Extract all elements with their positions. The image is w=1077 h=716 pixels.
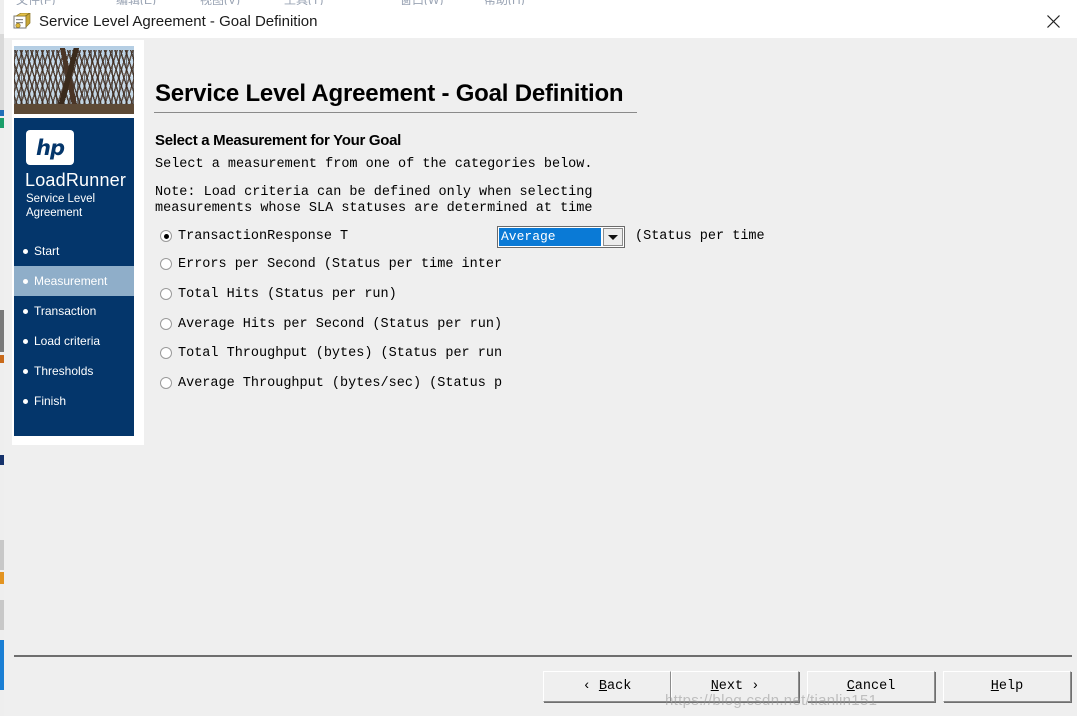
- bullet-icon: [23, 369, 28, 374]
- dialog-button-bar: ‹ Back Next › Cancel Help: [4, 671, 1077, 716]
- sidebar-item-label: Thresholds: [34, 364, 94, 378]
- sidebar-item-load-criteria[interactable]: Load criteria: [14, 326, 134, 356]
- back-button-mnemonic: B: [598, 679, 607, 694]
- radio-option-label-suffix: (Status per time: [635, 229, 765, 244]
- chevron-down-icon[interactable]: [603, 228, 623, 246]
- measurement-type-dropdown[interactable]: Average: [497, 226, 625, 248]
- bullet-icon: [23, 399, 28, 404]
- note-line-1: Note: Load criteria can be defined only …: [155, 185, 593, 200]
- hp-logo-icon: hp: [26, 130, 74, 165]
- cancel-button-rest: ancel: [854, 679, 896, 694]
- back-button[interactable]: ‹ Back: [543, 671, 671, 702]
- sla-document-icon: [13, 12, 32, 30]
- radio-option-label: TransactionResponse T: [178, 229, 349, 244]
- cancel-button[interactable]: Cancel: [807, 671, 935, 702]
- product-name: LoadRunner: [25, 170, 127, 190]
- bullet-icon: [23, 279, 28, 284]
- main-content: Service Level Agreement - Goal Definitio…: [152, 38, 1072, 658]
- title-divider: [154, 112, 637, 113]
- wizard-nav: hp LoadRunner Service Level Agreement St…: [14, 118, 134, 436]
- product-subtitle: Service Level Agreement: [26, 192, 130, 220]
- sidebar-item-label: Load criteria: [34, 334, 101, 348]
- back-button-rest: ack: [607, 679, 632, 694]
- sidebar-item-measurement[interactable]: Measurement: [14, 266, 134, 296]
- next-button-suffix: ›: [743, 679, 760, 694]
- sidebar-item-thresholds[interactable]: Thresholds: [14, 356, 134, 386]
- radio-option-label: Total Throughput (bytes) (Status per run: [178, 346, 503, 361]
- footer-divider: [14, 655, 1072, 657]
- help-button[interactable]: Help: [943, 671, 1071, 702]
- intro-text: Select a measurement from one of the cat…: [155, 157, 593, 172]
- help-button-rest: elp: [998, 679, 1024, 694]
- next-button[interactable]: Next ›: [671, 671, 799, 702]
- cancel-button-mnemonic: C: [846, 679, 855, 694]
- wizard-sidebar-panel: hp LoadRunner Service Level Agreement St…: [12, 40, 144, 445]
- sidebar-item-label: Transaction: [34, 304, 97, 318]
- dialog-client-area: hp LoadRunner Service Level Agreement St…: [4, 38, 1077, 716]
- back-button-prefix: ‹: [582, 679, 599, 694]
- note-line-2: measurements whose SLA statuses are dete…: [155, 201, 593, 216]
- hp-logo-text: hp: [36, 136, 65, 160]
- radio-icon[interactable]: [160, 258, 172, 270]
- window-title: Service Level Agreement - Goal Definitio…: [39, 13, 318, 30]
- product-subtitle-line2: Agreement: [26, 207, 83, 219]
- sidebar-item-transaction[interactable]: Transaction: [14, 296, 134, 326]
- radio-icon[interactable]: [160, 318, 172, 330]
- roller-coaster-photo: [14, 46, 134, 114]
- sidebar-item-label: Start: [34, 244, 60, 258]
- sidebar-item-label: Finish: [34, 394, 67, 408]
- product-subtitle-line1: Service Level: [26, 193, 96, 205]
- title-bar: Service Level Agreement - Goal Definitio…: [4, 5, 1077, 39]
- wizard-step-list: Start Measurement Transaction Load crite…: [14, 236, 134, 416]
- section-heading: Select a Measurement for Your Goal: [155, 132, 401, 149]
- radio-option-label: Errors per Second (Status per time inter: [178, 257, 503, 272]
- radio-icon[interactable]: [160, 288, 172, 300]
- sidebar-item-start[interactable]: Start: [14, 236, 134, 266]
- radio-option-label: Total Hits (Status per run): [178, 287, 397, 302]
- sidebar-item-label: Measurement: [34, 274, 108, 288]
- measurement-type-selected-value: Average: [499, 228, 601, 246]
- next-button-mnemonic: N: [710, 679, 719, 694]
- page-title: Service Level Agreement - Goal Definitio…: [155, 80, 624, 107]
- radio-icon[interactable]: [160, 230, 172, 242]
- radio-option-label: Average Throughput (bytes/sec) (Status p: [178, 376, 503, 391]
- bullet-icon: [23, 249, 28, 254]
- close-icon[interactable]: [1031, 5, 1077, 38]
- application-window: 文件(F) 编辑(E) 视图(V) 工具(T) 窗口(W) 帮助(H) Serv…: [4, 0, 1077, 716]
- help-button-mnemonic: H: [990, 679, 999, 694]
- bullet-icon: [23, 339, 28, 344]
- radio-option-label: Average Hits per Second (Status per run): [178, 317, 503, 332]
- next-button-rest: ext: [718, 679, 744, 694]
- radio-icon[interactable]: [160, 347, 172, 359]
- sidebar-item-finish[interactable]: Finish: [14, 386, 134, 416]
- radio-icon[interactable]: [160, 377, 172, 389]
- bullet-icon: [23, 309, 28, 314]
